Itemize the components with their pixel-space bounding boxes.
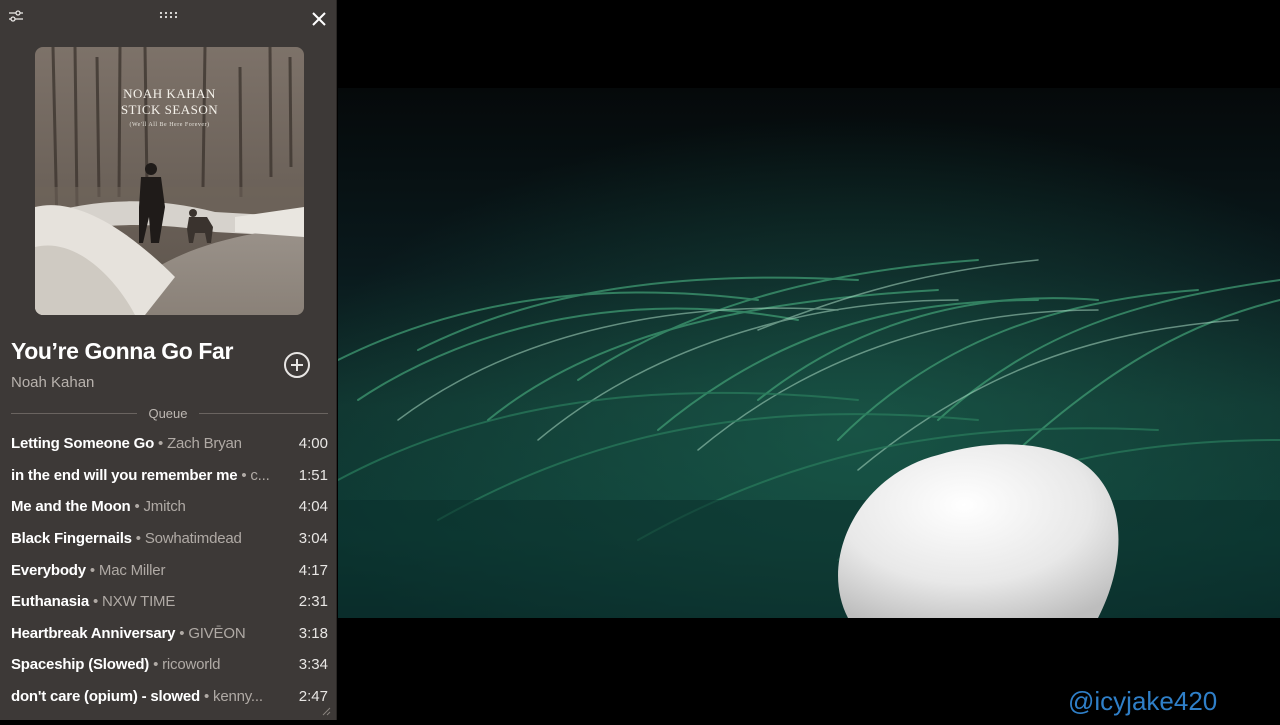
queue-item-duration: 4:00 [298,435,328,453]
queue-item-title: Letting Someone Go [11,435,155,453]
queue-item-title: Black Fingernails [11,530,132,548]
queue-item-text: Spaceship (Slowed) • ricoworld [11,656,288,673]
queue-item[interactable]: in the end will you remember me • c... 1… [11,460,328,492]
video-frame [337,88,1280,618]
queue-item-title: Me and the Moon [11,498,131,516]
album-artist-text: NOAH KAHAN [123,86,216,101]
queue-item-duration: 3:34 [298,656,328,674]
close-icon[interactable] [309,9,329,29]
queue-heading: Queue [148,406,188,421]
queue-item-title: in the end will you remember me [11,466,238,484]
queue-item-title: Euthanasia [11,593,90,611]
watermark: @icyjake420 [1068,686,1218,716]
separator: • [154,435,168,453]
separator: • [149,656,163,674]
queue-item[interactable]: Euthanasia • NXW TIME 2:31 [11,586,328,618]
queue-item[interactable]: Everybody • Mac Miller 4:17 [11,554,328,586]
divider-line [199,413,328,414]
background-video: @icyjake420 [337,0,1280,720]
queue-item-artist: Sowhatimdead [144,530,242,548]
queue-item-text: Everybody • Mac Miller [11,562,288,579]
queue-item[interactable]: don't care (opium) - slowed • kenny... 2… [11,681,328,713]
queue-item-artist: ricoworld [162,656,221,674]
separator: • [89,593,103,611]
queue-list: Letting Someone Go • Zach Bryan 4:00 in … [11,428,328,712]
queue-item-duration: 3:18 [298,624,328,642]
queue-item-artist: GIVĒON [188,624,246,642]
queue-item-title: Everybody [11,561,86,579]
album-cover: NOAH KAHAN STICK SEASON (We'll All Be He… [35,47,304,315]
sliders-icon[interactable] [8,9,24,23]
queue-item-duration: 1:51 [298,466,328,484]
queue-item-artist: kenny... [213,688,263,706]
resize-grip-icon[interactable] [322,707,331,716]
queue-item-text: Letting Someone Go • Zach Bryan [11,435,288,452]
queue-item-text: Me and the Moon • Jmitch [11,498,288,515]
queue-divider: Queue [11,406,328,421]
queue-item-artist: NXW TIME [102,593,176,611]
queue-item[interactable]: Black Fingernails • Sowhatimdead 3:04 [11,523,328,555]
queue-item-duration: 2:31 [298,593,328,611]
queue-item-text: Heartbreak Anniversary • GIVĒON [11,625,288,642]
queue-item-title: Heartbreak Anniversary [11,624,176,642]
queue-item-text: Euthanasia • NXW TIME [11,593,288,610]
queue-item[interactable]: Spaceship (Slowed) • ricoworld 3:34 [11,649,328,681]
separator: • [237,466,251,484]
queue-item-artist: Mac Miller [98,561,166,579]
track-artist[interactable]: Noah Kahan [11,374,94,391]
queue-item-text: don't care (opium) - slowed • kenny... [11,688,288,705]
queue-item-title: Spaceship (Slowed) [11,656,150,674]
mini-player-panel: NOAH KAHAN STICK SEASON (We'll All Be He… [0,0,337,720]
separator: • [175,624,189,642]
queue-item[interactable]: Heartbreak Anniversary • GIVĒON 3:18 [11,618,328,650]
album-subtitle-text: (We'll All Be Here Forever) [129,122,210,128]
album-title-text: STICK SEASON [120,102,219,117]
separator: • [200,688,214,706]
queue-item-text: in the end will you remember me • c... [11,467,288,484]
queue-item[interactable]: Letting Someone Go • Zach Bryan 4:00 [11,428,328,460]
queue-item-artist: Zach Bryan [167,435,242,453]
queue-item-artist: Jmitch [143,498,186,516]
separator: • [130,498,144,516]
track-title[interactable]: You’re Gonna Go Far [11,338,233,365]
queue-item-artist: c... [250,466,270,484]
queue-item-duration: 4:17 [298,561,328,579]
queue-item-title: don't care (opium) - slowed [11,688,201,706]
queue-item-duration: 2:47 [298,688,328,706]
queue-item[interactable]: Me and the Moon • Jmitch 4:04 [11,491,328,523]
separator: • [85,561,99,579]
drag-handle-icon[interactable] [159,11,179,19]
separator: • [131,530,145,548]
queue-item-text: Black Fingernails • Sowhatimdead [11,530,288,547]
add-to-library-button[interactable] [283,351,311,379]
queue-item-duration: 4:04 [298,498,328,516]
divider-line [11,413,137,414]
queue-item-duration: 3:04 [298,530,328,548]
